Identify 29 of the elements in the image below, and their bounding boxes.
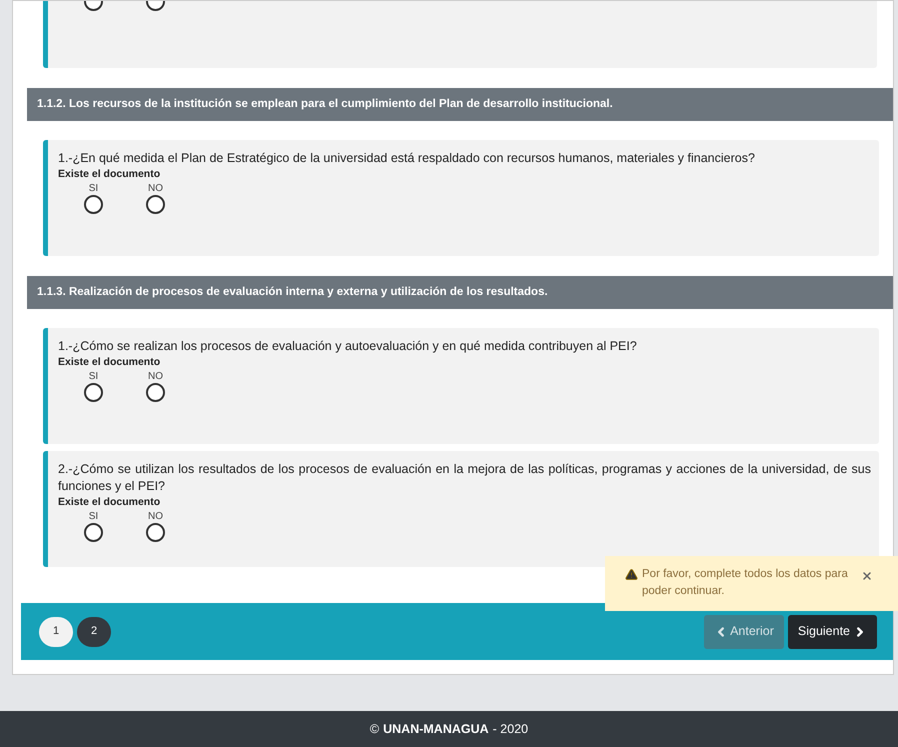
option-label: SI — [88, 371, 98, 383]
question-text: 2.-¿Cómo se utilizan los resultados de los procesos de evaluación en la mejora de las políticas, programas y acciones de la universidad, de sus funciones y el PEI? — [58, 461, 871, 495]
close-icon[interactable] — [861, 570, 873, 582]
radio-button[interactable] — [146, 195, 165, 214]
option-label: NO — [148, 371, 163, 383]
question-text: 1.-¿Cómo se realizan los procesos de evaluación y autoevaluación y en qué medida contribuyen al PEI? — [58, 338, 638, 355]
toast-message: Por favor, complete todos los datos para poder continuar. — [642, 567, 849, 599]
question-sublabel: Existe el documento — [58, 355, 162, 369]
question-sublabel: Existe el documento — [58, 495, 162, 509]
next-button[interactable]: Siguiente — [788, 614, 877, 648]
warning-icon — [625, 568, 638, 581]
radio-button[interactable] — [84, 195, 103, 214]
option-label: SI — [88, 183, 98, 195]
copyright-symbol: © — [370, 720, 380, 738]
question-text: 1.-¿En qué medida el Plan de Estratégico de la universidad está respaldado con recursos humanos, materiales y financieros? — [58, 150, 756, 167]
question-sublabel: Existe el documento — [58, 167, 162, 181]
footer-year: - 2020 — [492, 720, 528, 738]
radio-button[interactable] — [84, 383, 103, 402]
footer-brand: UNAN-MANAGUA — [383, 720, 489, 738]
section-title: 1.1.3. Realización de procesos de evaluación interna y externa y utilización de los resultados. — [37, 284, 548, 300]
option-label: NO — [148, 511, 163, 523]
radio-button[interactable] — [146, 383, 165, 402]
option-label: NO — [148, 183, 163, 195]
radio-button[interactable] — [84, 523, 103, 542]
section-title: 1.1.2. Los recursos de la institución se emplean para el cumplimiento del Plan de desarrollo institucional. — [37, 96, 613, 112]
option-label: SI — [88, 511, 98, 523]
page-button[interactable]: 1 — [39, 616, 73, 646]
page-button[interactable]: 2 — [77, 616, 111, 646]
radio-button[interactable] — [146, 523, 165, 542]
